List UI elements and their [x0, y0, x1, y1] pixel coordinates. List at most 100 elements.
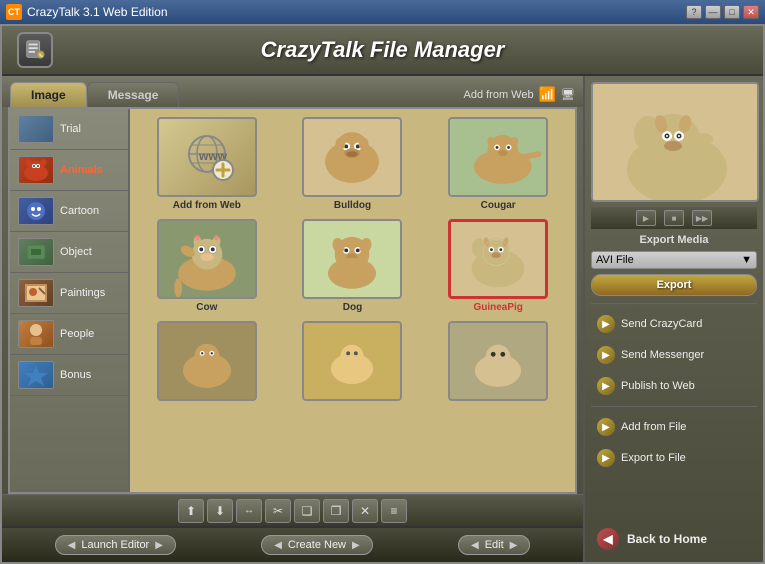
dropdown-arrow: ▼ — [741, 254, 752, 266]
animals-thumb — [18, 156, 54, 184]
tab-image[interactable]: Image — [10, 82, 87, 107]
toolbar-btn-download[interactable]: ⬇ — [207, 499, 233, 523]
guineapig-thumb — [448, 219, 548, 299]
tab-message[interactable]: Message — [87, 82, 180, 107]
toolbar-btn-paste[interactable]: ❒ — [323, 499, 349, 523]
cow-label: Cow — [196, 302, 217, 313]
toolbar-btn-list[interactable]: ≡ — [381, 499, 407, 523]
add-file-arrow-icon: ▶ — [597, 418, 615, 436]
cartoon-thumb — [18, 197, 54, 225]
send-messenger-label: Send Messenger — [621, 349, 704, 361]
trial-thumb — [18, 115, 54, 143]
category-bonus[interactable]: Bonus — [10, 355, 128, 396]
object-thumb — [18, 238, 54, 266]
cow-thumb — [157, 219, 257, 299]
header-icon-button[interactable]: ✎ — [17, 32, 53, 68]
add-from-web-btn[interactable]: Add from Web 📶 🖥 — [463, 86, 575, 107]
cougar-label: Cougar — [481, 200, 516, 211]
category-cartoon[interactable]: Cartoon — [10, 191, 128, 232]
category-people[interactable]: People — [10, 314, 128, 355]
image-cell-guineapig[interactable]: GuineaPig — [429, 219, 567, 313]
maximize-button[interactable]: □ — [724, 5, 740, 19]
bonus-thumb — [18, 361, 54, 389]
object-label: Object — [60, 246, 92, 258]
bulldog-label: Bulldog — [334, 200, 371, 211]
toolbar-btn-transform[interactable]: ↔ — [236, 499, 262, 523]
preview-area — [591, 82, 759, 202]
category-paintings[interactable]: Paintings — [10, 273, 128, 314]
category-animals[interactable]: Animals — [10, 150, 128, 191]
divider-1 — [591, 303, 757, 304]
edit-arrow-right: ▶ — [510, 540, 518, 551]
image-cell-7[interactable] — [138, 321, 276, 404]
svg-text:✎: ✎ — [39, 52, 44, 59]
publish-web-label: Publish to Web — [621, 380, 695, 392]
avi-select[interactable]: AVI File ▼ — [591, 251, 757, 269]
back-to-home-btn[interactable]: ◀ Back to Home — [591, 522, 757, 556]
fastforward-button[interactable]: ▶▶ — [692, 210, 712, 226]
animal8-thumb — [302, 321, 402, 401]
edit-button[interactable]: ◀ Edit ▶ — [458, 535, 530, 555]
image-cell-cow[interactable]: Cow — [138, 219, 276, 313]
publish-web-btn[interactable]: ▶ Publish to Web — [591, 373, 757, 399]
image-cell-bulldog[interactable]: Bulldog — [284, 117, 422, 211]
export-to-file-btn[interactable]: ▶ Export to File — [591, 445, 757, 471]
toolbar-btn-copy[interactable]: ❑ — [294, 499, 320, 523]
close-button[interactable]: ✕ — [743, 5, 759, 19]
send-crazycard-btn[interactable]: ▶ Send CrazyCard — [591, 311, 757, 337]
export-file-arrow-icon: ▶ — [597, 449, 615, 467]
create-arrow-right: ▶ — [352, 540, 360, 551]
export-button[interactable]: Export — [591, 274, 757, 296]
cougar-thumb — [448, 117, 548, 197]
category-object[interactable]: Object — [10, 232, 128, 273]
publish-arrow-icon: ▶ — [597, 377, 615, 395]
divider-2 — [591, 406, 757, 407]
create-new-button[interactable]: ◀ Create New ▶ — [261, 535, 372, 555]
paintings-label: Paintings — [60, 287, 105, 299]
file-manager-icon: ✎ — [24, 39, 46, 61]
image-cell-dog[interactable]: Dog — [284, 219, 422, 313]
category-sidebar: Trial Animals Cartoon — [10, 109, 130, 492]
back-to-home-label: Back to Home — [627, 532, 707, 546]
add-web-label: Add from Web — [173, 200, 241, 211]
bonus-label: Bonus — [60, 369, 91, 381]
avi-file-label: AVI File — [596, 254, 634, 266]
category-trial[interactable]: Trial — [10, 109, 128, 150]
toolbar-btn-cut[interactable]: ✂ — [265, 499, 291, 523]
image-cell-cougar[interactable]: Cougar — [429, 117, 567, 211]
launch-editor-button[interactable]: ◀ Launch Editor ▶ — [55, 535, 176, 555]
image-cell-8[interactable] — [284, 321, 422, 404]
image-grid: www Add from Web Bulldog — [138, 117, 567, 404]
right-panel: ▶ ■ ▶▶ Export Media AVI File ▼ Export ▶ … — [583, 76, 763, 562]
image-cell-9[interactable] — [429, 321, 567, 404]
title-bar: CT CrazyTalk 3.1 Web Edition ? — □ ✕ — [0, 0, 765, 24]
animal9-thumb — [448, 321, 548, 401]
main-window: ✎ CrazyTalk File Manager Image Message A… — [0, 24, 765, 564]
minimize-button[interactable]: — — [705, 5, 721, 19]
stop-button[interactable]: ■ — [664, 210, 684, 226]
image-grid-container[interactable]: www Add from Web Bulldog — [130, 109, 575, 492]
edit-arrow-left: ◀ — [471, 540, 479, 551]
back-arrow-icon: ◀ — [597, 528, 619, 550]
header: ✎ CrazyTalk File Manager — [2, 26, 763, 76]
gallery-container: Trial Animals Cartoon — [8, 107, 577, 494]
wifi-icon: 📶 — [539, 86, 556, 103]
send-messenger-btn[interactable]: ▶ Send Messenger — [591, 342, 757, 368]
toolbar-btn-delete[interactable]: ✕ — [352, 499, 378, 523]
play-button[interactable]: ▶ — [636, 210, 656, 226]
left-panel: Image Message Add from Web 📶 🖥 Trial — [2, 76, 583, 562]
trial-label: Trial — [60, 123, 81, 135]
image-cell-add-web[interactable]: www Add from Web — [138, 117, 276, 211]
animals-label: Animals — [60, 164, 103, 176]
launch-editor-label: Launch Editor — [81, 539, 149, 551]
toolbar-btn-upload[interactable]: ⬆ — [178, 499, 204, 523]
paintings-thumb — [18, 279, 54, 307]
messenger-arrow-icon: ▶ — [597, 346, 615, 364]
guineapig-label: GuineaPig — [473, 302, 522, 313]
help-button[interactable]: ? — [686, 5, 702, 19]
title-bar-title: CrazyTalk 3.1 Web Edition — [27, 5, 168, 19]
add-from-file-btn[interactable]: ▶ Add from File — [591, 414, 757, 440]
people-label: People — [60, 328, 94, 340]
preview-controls: ▶ ■ ▶▶ — [591, 207, 757, 229]
bottom-buttons: ◀ Launch Editor ▶ ◀ Create New ▶ ◀ Edit … — [2, 526, 583, 562]
